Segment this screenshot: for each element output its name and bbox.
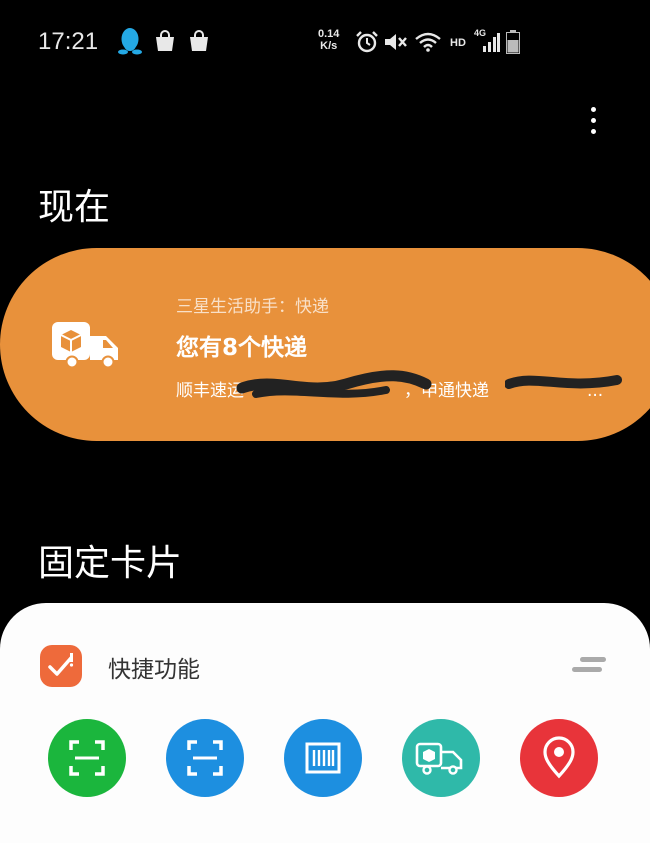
card-source: 三星生活助手：快递 (176, 297, 329, 317)
net-speed: 0.14 K/s (318, 28, 339, 52)
wifi-icon (415, 32, 441, 52)
barcode-button[interactable] (284, 719, 362, 797)
redaction-scribble (236, 370, 432, 398)
quick-actions-card: 快捷功能 (0, 603, 650, 843)
location-pin-icon (543, 736, 575, 779)
status-bar: 17:21 0.14 K/s HD 4G (0, 0, 650, 88)
pinned-section-title: 固定卡片 (38, 543, 183, 584)
menu-dot (590, 106, 596, 112)
net-speed-value: 0.14 (318, 28, 340, 40)
qq-penguin-icon (118, 28, 142, 55)
scan-icon (69, 740, 105, 776)
courier-sf: 顺丰速运 (176, 381, 244, 401)
card-title: 您有8个快递 (176, 335, 308, 361)
hd-label: HD (450, 37, 466, 49)
delivery-card[interactable]: 三星生活助手：快递 您有8个快递 顺丰速运 ，申通快递... (0, 248, 650, 441)
now-section-title: 现在 (38, 187, 111, 228)
delivery-button[interactable] (402, 719, 480, 797)
more-vertical-icon[interactable] (580, 100, 606, 140)
redaction-scribble (505, 375, 622, 389)
net-speed-unit: K/s (320, 40, 338, 52)
menu-dot (590, 128, 596, 134)
mute-icon (385, 34, 407, 50)
drag-handle-icon[interactable] (570, 655, 608, 675)
battery-icon (506, 30, 520, 54)
quick-actions-title: 快捷功能 (108, 657, 200, 683)
alarm-icon (356, 31, 378, 53)
menu-dot (590, 117, 596, 123)
barcode-icon (305, 742, 341, 774)
scan-button[interactable] (166, 719, 244, 797)
delivery-truck-icon (52, 322, 118, 368)
shopping-bag-icon (156, 30, 174, 51)
scan-icon (187, 740, 223, 776)
delivery-truck-icon (415, 742, 463, 775)
checklist-icon (40, 645, 82, 687)
location-button[interactable] (520, 719, 598, 797)
status-time: 17:21 (38, 28, 99, 55)
scan-button[interactable] (48, 719, 126, 797)
signal-icon (483, 33, 500, 52)
shopping-bag-icon (190, 30, 208, 51)
